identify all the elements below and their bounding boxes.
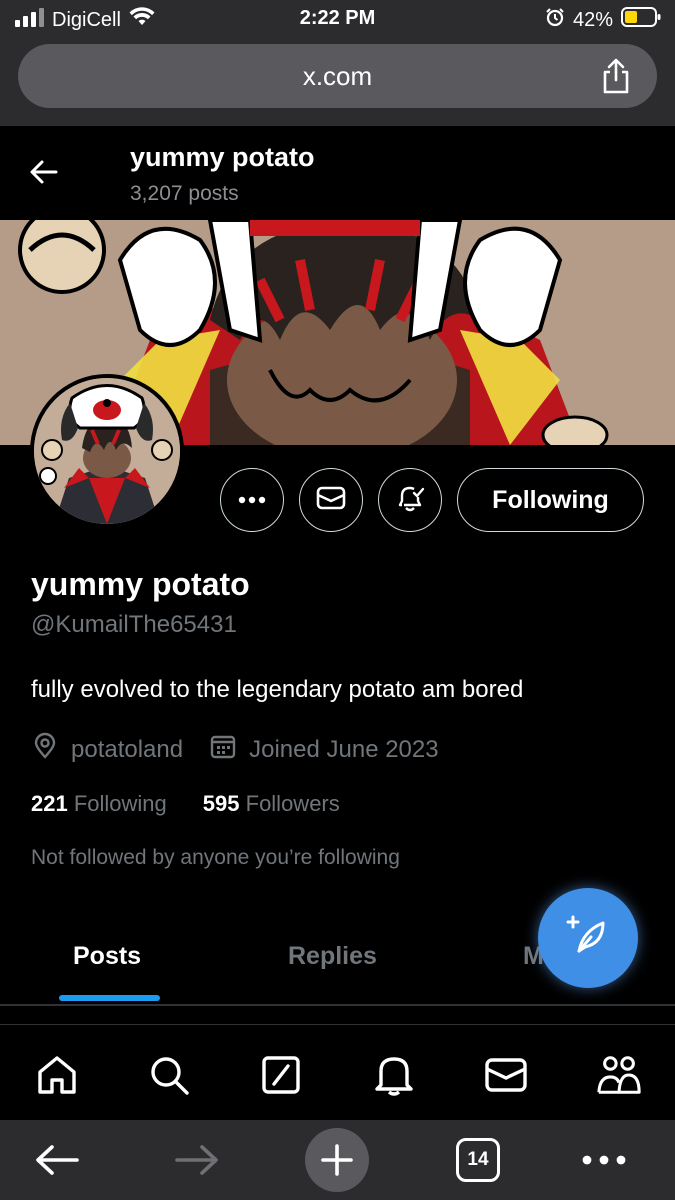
location-item: potatoland — [31, 732, 183, 767]
followers-label: Followers — [245, 791, 340, 816]
notifications-bell-icon[interactable] — [371, 1052, 417, 1098]
browser-toolbar: 14 — [0, 1120, 675, 1200]
active-tab-indicator — [59, 995, 160, 1001]
browser-back-icon[interactable] — [34, 1132, 80, 1188]
bell-check-icon — [394, 482, 426, 519]
messages-envelope-icon[interactable] — [483, 1052, 529, 1098]
battery-percent: 42% — [572, 8, 613, 31]
profile-meta: potatoland Joined June 2023 — [31, 732, 465, 767]
compose-post-button[interactable] — [538, 888, 638, 988]
status-bar: DigiCell 2:22 PM 42% — [0, 0, 675, 38]
following-label: Following — [73, 791, 167, 816]
battery-icon — [621, 7, 661, 33]
content-divider — [0, 1024, 675, 1025]
profile-name: yummy potato — [31, 566, 250, 602]
not-followed-notice: Not followed by anyone you’re following — [31, 846, 400, 869]
location-pin-icon — [31, 732, 59, 767]
joined-item: Joined June 2023 — [209, 732, 439, 767]
search-icon[interactable] — [146, 1052, 192, 1098]
url-text: x.com — [302, 61, 373, 91]
tab-count: 14 — [456, 1138, 500, 1182]
notifications-subscribe-button[interactable] — [378, 468, 442, 532]
following-button[interactable]: Following — [457, 468, 644, 532]
followers-stat[interactable]: 595 Followers — [203, 791, 340, 817]
more-dots-icon — [238, 491, 266, 509]
tab-replies[interactable]: Replies — [288, 942, 377, 971]
alarm-icon — [545, 7, 565, 33]
home-icon[interactable] — [34, 1052, 80, 1098]
header-title: yummy potato — [130, 142, 315, 172]
following-count: 221 — [31, 791, 68, 816]
browser-forward-icon[interactable] — [174, 1132, 220, 1188]
more-options-button[interactable] — [220, 468, 284, 532]
tabs-button[interactable]: 14 — [455, 1132, 501, 1188]
compose-feather-icon — [565, 913, 611, 964]
bottom-navigation — [0, 1030, 675, 1120]
back-arrow-icon[interactable] — [28, 156, 60, 193]
tab-posts[interactable]: Posts — [73, 942, 141, 971]
profile-bio: fully evolved to the legendary potato am… — [31, 676, 524, 703]
message-button[interactable] — [299, 468, 363, 532]
profile-handle: @KumailThe65431 — [31, 611, 237, 638]
envelope-icon — [316, 486, 346, 515]
header-post-count: 3,207 posts — [130, 182, 239, 205]
follow-stats: 221 Following 595 Followers — [31, 791, 340, 817]
new-tab-button[interactable] — [305, 1128, 369, 1192]
profile-header: yummy potato 3,207 posts — [0, 126, 675, 220]
browser-more-icon[interactable] — [580, 1132, 628, 1188]
grok-icon[interactable] — [258, 1052, 304, 1098]
communities-icon[interactable] — [596, 1052, 642, 1098]
profile-avatar[interactable] — [30, 374, 184, 528]
joined-text: Joined June 2023 — [249, 735, 439, 763]
share-icon[interactable] — [601, 58, 631, 99]
followers-count: 595 — [202, 791, 240, 816]
following-stat[interactable]: 221 Following — [31, 791, 167, 817]
plus-icon — [305, 1128, 369, 1192]
tabs-divider — [0, 1004, 675, 1006]
address-bar[interactable]: x.com — [18, 44, 657, 108]
location-text: potatoland — [71, 735, 184, 763]
browser-chrome-top: DigiCell 2:22 PM 42% x.com — [0, 0, 675, 126]
calendar-icon — [209, 732, 237, 767]
